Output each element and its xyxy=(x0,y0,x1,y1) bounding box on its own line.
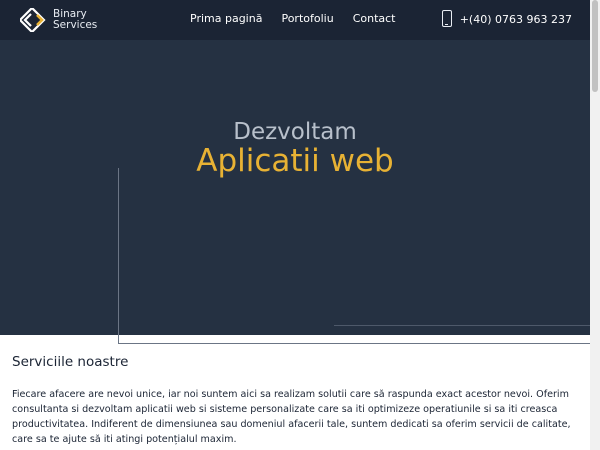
binary-services-logo-icon[interactable] xyxy=(20,8,48,32)
nav-contact[interactable]: Contact xyxy=(353,12,396,25)
scrollbar-thumb[interactable] xyxy=(592,0,598,92)
hero-decor-horizontal-line-upper xyxy=(334,325,590,326)
brand-name[interactable]: Binary Services xyxy=(53,9,97,31)
hero-decor-horizontal-line xyxy=(118,343,590,344)
main-nav: Prima pagină Portofoliu Contact xyxy=(190,12,395,25)
hero-banner: Dezvoltam Aplicatii web xyxy=(0,40,590,344)
hero-subtitle: Dezvoltam xyxy=(233,119,357,145)
hero-decor-vertical-line xyxy=(118,168,119,344)
smartphone-icon xyxy=(441,10,452,27)
nav-home[interactable]: Prima pagină xyxy=(190,12,262,25)
site-header: Binary Services Prima pagină Portofoliu … xyxy=(0,0,590,40)
services-heading: Serviciile noastre xyxy=(12,354,129,370)
brand-line2: Services xyxy=(53,19,98,31)
nav-portfolio[interactable]: Portofoliu xyxy=(281,12,333,25)
phone-contact[interactable]: +(40) 0763 963 237 xyxy=(441,10,572,27)
phone-number[interactable]: +(40) 0763 963 237 xyxy=(460,13,572,26)
services-description: Fiecare afacere are nevoi unice, iar noi… xyxy=(12,389,571,445)
hero-title: Aplicatii web xyxy=(196,143,394,179)
page-scrollbar[interactable] xyxy=(590,0,600,450)
